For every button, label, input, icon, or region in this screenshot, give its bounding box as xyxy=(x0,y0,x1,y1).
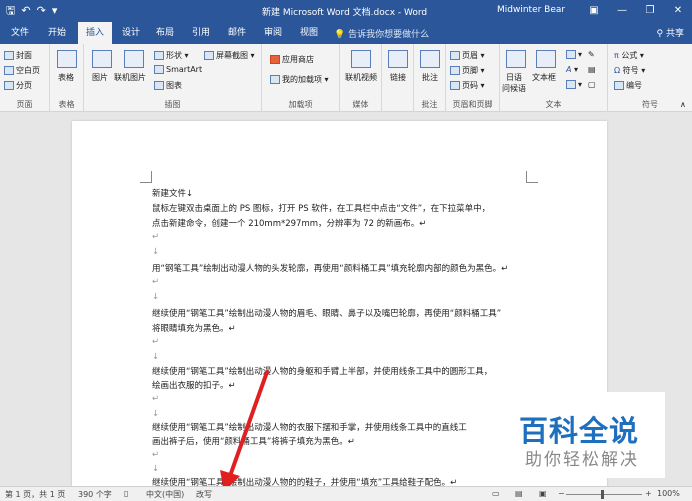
watermark-logo: 百科全说 助你轻松解决 xyxy=(497,392,665,478)
word-count[interactable]: 390 个字 xyxy=(78,489,112,500)
zoom-in-icon[interactable]: + xyxy=(645,489,652,498)
web-layout-icon[interactable]: ▣ xyxy=(539,489,547,498)
watermark-title: 百科全说 xyxy=(519,414,640,448)
proofing-icon[interactable]: ▯ xyxy=(124,489,128,498)
watermark-subtitle: 助你轻松解决 xyxy=(525,450,639,470)
print-layout-icon[interactable]: ▤ xyxy=(515,489,523,498)
page-count[interactable]: 第 1 页，共 1 页 xyxy=(5,489,65,500)
zoom-level[interactable]: 100% xyxy=(657,489,680,498)
status-bar: 第 1 页，共 1 页 390 个字 ▯ 中文(中国) 改写 ▭ ▤ ▣ − +… xyxy=(0,486,692,501)
zoom-out-icon[interactable]: − xyxy=(558,489,565,498)
read-mode-icon[interactable]: ▭ xyxy=(492,489,500,498)
zoom-slider-thumb[interactable] xyxy=(601,490,604,499)
language-indicator[interactable]: 中文(中国) xyxy=(146,489,184,500)
zoom-slider[interactable] xyxy=(566,494,642,495)
overtype-mode[interactable]: 改写 xyxy=(196,489,212,500)
